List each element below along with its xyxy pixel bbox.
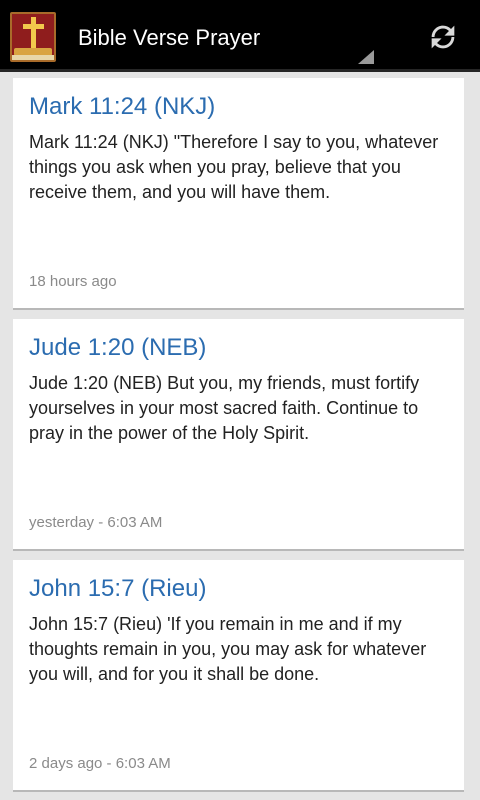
post-timestamp: 18 hours ago xyxy=(29,273,117,290)
post-card[interactable]: John 15:7 (Rieu) John 15:7 (Rieu) 'If yo… xyxy=(13,560,464,790)
refresh-button[interactable] xyxy=(418,12,468,62)
bible-app-icon[interactable] xyxy=(10,12,56,62)
post-title[interactable]: Mark 11:24 (NKJ) xyxy=(29,92,215,122)
action-bar: Bible Verse Prayer xyxy=(0,0,480,72)
post-title[interactable]: Jude 1:20 (NEB) xyxy=(29,333,206,363)
post-title[interactable]: John 15:7 (Rieu) xyxy=(29,574,206,604)
icon-caption-strip xyxy=(12,55,54,60)
post-timestamp: yesterday - 6:03 AM xyxy=(29,514,163,531)
post-card[interactable]: Jude 1:20 (NEB) Jude 1:20 (NEB) But you,… xyxy=(13,319,464,549)
post-timestamp: 2 days ago - 6:03 AM xyxy=(29,755,171,772)
post-body: Jude 1:20 (NEB) But you, my friends, mus… xyxy=(29,373,420,443)
post-list[interactable]: Mark 11:24 (NKJ) Mark 11:24 (NKJ) "There… xyxy=(0,75,480,800)
cross-horizontal xyxy=(23,24,44,29)
post-card[interactable]: Mark 11:24 (NKJ) Mark 11:24 (NKJ) "There… xyxy=(13,78,464,308)
post-body: Mark 11:24 (NKJ) "Therefore I say to you… xyxy=(29,132,439,202)
spinner-caret-icon[interactable] xyxy=(358,50,374,64)
cross-vertical xyxy=(31,17,36,51)
app-title[interactable]: Bible Verse Prayer xyxy=(78,24,260,52)
post-body: John 15:7 (Rieu) 'If you remain in me an… xyxy=(29,614,427,684)
refresh-icon xyxy=(431,25,455,49)
